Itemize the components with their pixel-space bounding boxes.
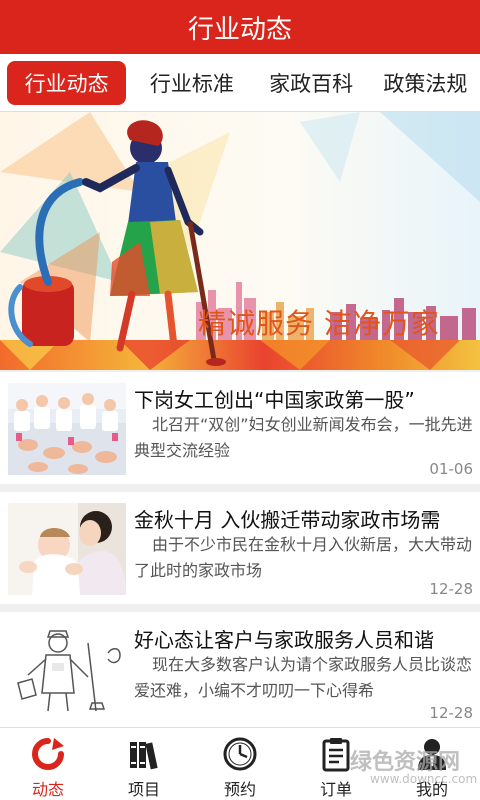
news-thumbnail-training-class <box>8 383 126 475</box>
nav-item-news[interactable]: 动态 <box>0 728 96 800</box>
news-date: 12-28 <box>429 580 473 598</box>
category-tabs: 行业动态 行业标准 家政百科 政策法规 <box>0 54 480 112</box>
banner-slogan: 精诚服务 洁净万家 <box>198 307 440 340</box>
news-date: 01-06 <box>429 460 473 478</box>
nav-label: 动态 <box>31 780 64 799</box>
app-header: 行业动态 <box>0 0 480 54</box>
page-title: 行业动态 <box>187 14 292 45</box>
tab-label: 家政百科 <box>269 71 354 96</box>
bottom-navigation: 动态 项目 预约 订单 我的 <box>0 727 480 800</box>
tab-policies-regulations[interactable]: 政策法规 <box>371 61 480 105</box>
books-icon <box>130 742 158 770</box>
app-screen: 行业动态 行业动态 行业标准 家政百科 政策法规 精诚服务 洁净万家 下岗女工创… <box>0 0 480 800</box>
clock-icon <box>223 737 257 771</box>
news-item[interactable]: 金秋十月 入伙搬迁带动家政市场需 由于不少市民在金秋十月入伙新居，大大带动了此时… <box>0 492 480 604</box>
refresh-icon <box>32 738 64 770</box>
tab-label: 行业动态 <box>24 71 109 96</box>
news-title: 金秋十月 入伙搬迁带动家政市场需 <box>134 508 441 532</box>
promo-banner[interactable]: 精诚服务 洁净万家 <box>0 112 480 370</box>
news-thumbnail-housekeeper-sketch <box>8 623 126 715</box>
nav-item-profile[interactable]: 我的 <box>384 728 480 800</box>
news-summary: 北召开“双创”妇女创业新闻发布会，一批先进典型交流经验 <box>134 415 473 460</box>
news-list: 下岗女工创出“中国家政第一股” 北召开“双创”妇女创业新闻发布会，一批先进典型交… <box>0 372 480 736</box>
nav-label: 订单 <box>319 780 352 799</box>
tab-industry-standards[interactable]: 行业标准 <box>132 61 251 105</box>
news-item[interactable]: 好心态让客户与家政服务人员和谐 现在大多数客户认为请个家政服务人员比谈恋爱还难，… <box>0 612 480 728</box>
news-title: 好心态让客户与家政服务人员和谐 <box>134 628 434 652</box>
nav-item-orders[interactable]: 订单 <box>288 728 384 800</box>
tab-label: 政策法规 <box>383 71 468 96</box>
news-summary: 现在大多数客户认为请个家政服务人员比谈恋爱还难，小编不才叨叨一下心得希 <box>134 655 473 700</box>
clipboard-icon <box>322 738 350 772</box>
news-item[interactable]: 下岗女工创出“中国家政第一股” 北召开“双创”妇女创业新闻发布会，一批先进典型交… <box>0 372 480 484</box>
nav-item-projects[interactable]: 项目 <box>96 728 192 800</box>
nav-label: 项目 <box>127 780 160 799</box>
news-summary: 由于不少市民在金秋十月入伙新居，大大带动了此时的家政市场 <box>134 535 473 580</box>
tab-industry-news[interactable]: 行业动态 <box>7 60 127 105</box>
tab-housekeeping-encyclopedia[interactable]: 家政百科 <box>251 61 370 105</box>
news-date: 12-28 <box>429 704 473 722</box>
nav-label: 预约 <box>223 780 256 799</box>
person-icon <box>418 739 446 770</box>
tab-label: 行业标准 <box>149 71 234 96</box>
nav-label: 我的 <box>415 780 448 799</box>
news-title: 下岗女工创出“中国家政第一股” <box>134 388 415 412</box>
nav-item-booking[interactable]: 预约 <box>192 728 288 800</box>
news-thumbnail-mother-baby <box>8 503 126 595</box>
